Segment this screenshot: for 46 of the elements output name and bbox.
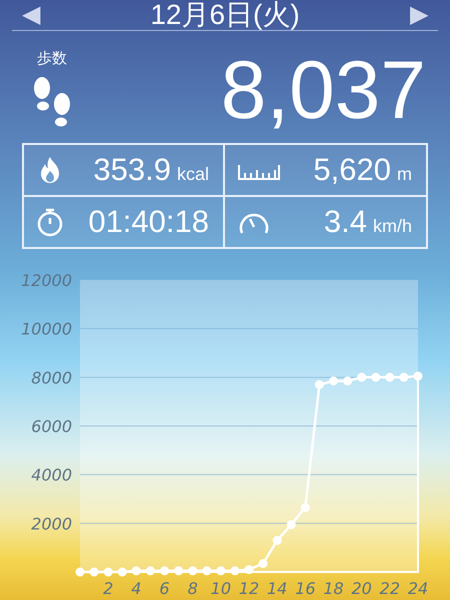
y-tick-label: 2000 (31, 514, 72, 534)
footprints-icon (32, 76, 72, 128)
data-point (90, 568, 99, 576)
stat-unit: km/h (372, 216, 412, 237)
data-point (300, 503, 310, 512)
y-tick-label: 6000 (31, 417, 72, 436)
data-point (357, 372, 366, 382)
stat-unit: kcal (176, 164, 209, 185)
y-tick-label: 8000 (31, 368, 72, 388)
data-point (385, 372, 394, 382)
x-tick-label: 6 (159, 579, 170, 597)
data-point (258, 559, 268, 568)
previous-day-button[interactable]: ◀ (22, 3, 40, 27)
stat-value: 5,620 (313, 152, 391, 188)
x-tick-label: 4 (131, 579, 142, 597)
data-point (76, 568, 84, 576)
stat-value: 01:40:18 (88, 204, 209, 240)
data-point (399, 372, 408, 382)
y-tick-label: 4000 (31, 466, 72, 485)
x-tick-label: 8 (188, 579, 198, 597)
data-point (371, 372, 380, 382)
data-point (329, 376, 338, 386)
data-point (343, 376, 352, 386)
stat-value: 3.4 (324, 204, 367, 240)
x-tick-label: 22 (380, 579, 400, 597)
x-tick-label: 18 (323, 579, 344, 597)
stat-unit: m (397, 164, 412, 185)
data-point (314, 380, 324, 390)
x-tick-label: 14 (266, 579, 288, 597)
y-tick-label: 10000 (21, 320, 72, 339)
step-count: 8,037 (220, 49, 426, 133)
data-point (286, 520, 296, 530)
date-title: 12月6日(火) (150, 0, 300, 30)
x-tick-label: 16 (295, 579, 316, 597)
y-tick-label: 12000 (21, 271, 72, 290)
steps-label: 歩数 (37, 49, 67, 68)
x-tick-label: 2 (103, 579, 114, 597)
stopwatch-icon (36, 207, 64, 237)
x-tick-label: 12 (238, 579, 260, 597)
data-point (104, 568, 113, 576)
x-tick-label: 24 (408, 579, 428, 597)
next-day-button[interactable]: ▶ (410, 3, 428, 27)
data-point (272, 536, 282, 545)
stat-value: 353.9 (93, 152, 171, 188)
x-tick-label: 10 (210, 579, 232, 597)
x-tick-label: 20 (351, 579, 372, 597)
